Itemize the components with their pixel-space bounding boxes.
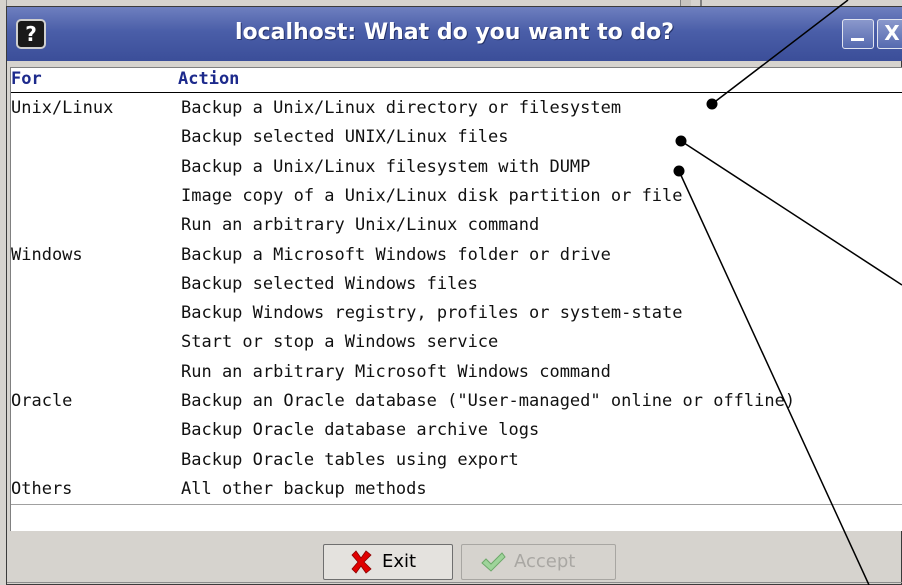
minimize-icon: [851, 38, 864, 41]
title-bar[interactable]: ? localhost: What do you want to do? X: [7, 7, 902, 61]
row-action: Image copy of a Unix/Linux disk partitio…: [181, 185, 683, 206]
close-icon: X: [884, 21, 900, 45]
row-action: Start or stop a Windows service: [181, 332, 499, 353]
table-row[interactable]: Run an arbitrary Microsoft Windows comma…: [11, 358, 902, 386]
table-row[interactable]: Backup selected Windows files: [11, 270, 902, 298]
row-action: Backup selected Windows files: [181, 273, 478, 294]
list-divider: [11, 504, 902, 505]
table-row[interactable]: Backup Oracle tables using export: [11, 446, 902, 474]
row-for: Others: [11, 478, 73, 499]
table-row[interactable]: Others All other backup methods: [11, 475, 902, 503]
column-header-for[interactable]: For: [11, 69, 42, 89]
table-row[interactable]: Oracle Backup an Oracle database ("User-m…: [11, 387, 902, 415]
row-action: Backup a Unix/Linux filesystem with DUMP: [181, 156, 591, 177]
accept-button[interactable]: Accept: [461, 544, 616, 580]
table-row[interactable]: Backup Windows registry, profiles or sys…: [11, 299, 902, 327]
table-row[interactable]: Windows Backup a Microsoft Windows folder…: [11, 241, 902, 269]
minimize-button[interactable]: [842, 19, 874, 49]
row-for: Unix/Linux: [11, 98, 114, 118]
table-row[interactable]: Backup selected UNIX/Linux files: [11, 123, 902, 151]
row-action: Run an arbitrary Unix/Linux command: [181, 215, 540, 236]
exit-label: Exit: [382, 551, 417, 572]
window-title: localhost: What do you want to do?: [234, 20, 675, 45]
row-action: All other backup methods: [181, 478, 427, 499]
row-action: Backup an Oracle database ("User-managed…: [181, 391, 796, 411]
row-action: Backup Windows registry, profiles or sys…: [181, 303, 683, 324]
exit-button[interactable]: Exit: [323, 544, 453, 580]
table-row[interactable]: Run an arbitrary Unix/Linux command: [11, 211, 902, 239]
row-action: Backup a Unix/Linux directory or filesys…: [181, 98, 622, 118]
column-header-action[interactable]: Action: [178, 69, 239, 89]
row-action: Run an arbitrary Microsoft Windows comma…: [181, 361, 611, 382]
table-row[interactable]: Backup Oracle database archive logs: [11, 416, 902, 444]
row-action: Backup Oracle database archive logs: [181, 420, 540, 441]
accept-label: Accept: [514, 551, 576, 572]
table-row[interactable]: Image copy of a Unix/Linux disk partitio…: [11, 182, 902, 210]
red-x-icon: [351, 550, 372, 574]
table-row[interactable]: Backup a Unix/Linux filesystem with DUMP: [11, 153, 902, 181]
list-header: For Action: [11, 68, 902, 92]
close-button[interactable]: X: [877, 19, 902, 49]
row-for: Windows: [11, 244, 83, 265]
action-list[interactable]: For Action Unix/Linux Backup a Unix/Linux…: [10, 67, 902, 531]
table-row[interactable]: Start or stop a Windows service: [11, 328, 902, 356]
row-action: Backup Oracle tables using export: [181, 449, 519, 470]
header-divider: [11, 92, 902, 93]
row-for: Oracle: [11, 391, 73, 411]
table-row[interactable]: Unix/Linux Backup a Unix/Linux directory …: [11, 94, 902, 122]
row-action: Backup selected UNIX/Linux files: [181, 127, 509, 148]
dialog-bottom-border: [7, 582, 902, 583]
row-action: Backup a Microsoft Windows folder or dri…: [181, 244, 611, 265]
action-chooser-dialog: ? localhost: What do you want to do? X F…: [6, 6, 902, 585]
checkmark-icon: [481, 552, 506, 572]
